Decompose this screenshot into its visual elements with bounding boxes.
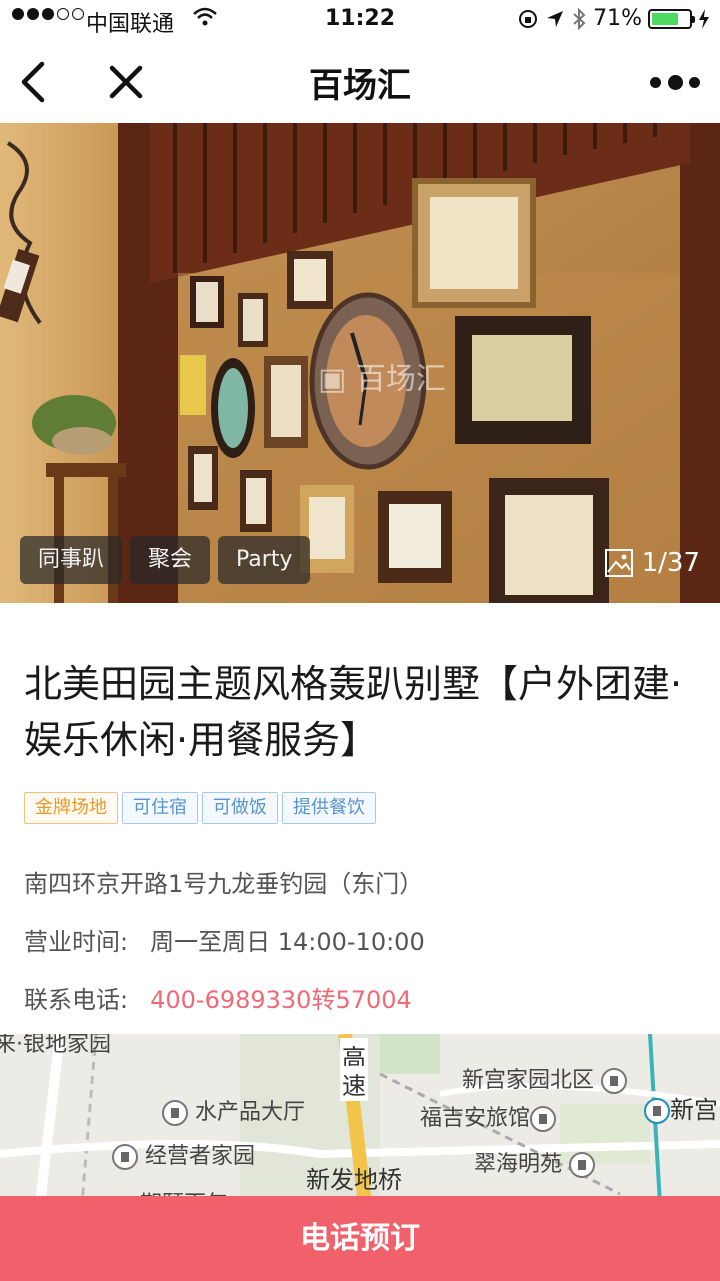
back-chevron-icon[interactable]: [18, 60, 58, 104]
feature-tag-gold: 金牌场地: [24, 792, 118, 824]
more-dots-icon[interactable]: [650, 68, 700, 96]
status-right: 71%: [517, 6, 710, 31]
rotation-lock-icon: [519, 9, 538, 28]
feature-tag: 提供餐饮: [282, 792, 376, 824]
battery-icon: [648, 8, 695, 29]
svg-text:▣ 百场汇: ▣ 百场汇: [318, 362, 446, 397]
poi-building-icon: [601, 1068, 628, 1094]
photo-tag[interactable]: Party: [218, 536, 311, 584]
location-arrow-icon: [547, 10, 564, 27]
charging-icon: [699, 8, 709, 29]
nav-bar: 百场汇: [0, 40, 720, 123]
venue-title: 北美田园主题风格轰趴别墅【户外团建·娱乐休闲·用餐服务】: [24, 662, 683, 762]
feature-tag: 可做饭: [202, 792, 278, 824]
contact-phone: 联系电话: 400-6989330转57004: [24, 980, 412, 1015]
photo-illustration: ▣ 百场汇: [0, 123, 720, 603]
shopping-bag-icon: [162, 1100, 188, 1126]
photo-tag[interactable]: 同事趴: [20, 536, 123, 584]
poi-building-icon: [569, 1152, 596, 1178]
map-label: 来·银地家园: [0, 1034, 111, 1057]
hotel-icon: [530, 1106, 557, 1132]
phone-number-link[interactable]: 400-6989330转57004: [150, 980, 412, 1015]
subway-icon: [644, 1098, 670, 1124]
call-to-book-button[interactable]: 电话预订: [0, 1196, 720, 1281]
map-label: 福吉安旅馆: [420, 1100, 557, 1132]
photo-counter-text: 1/37: [641, 548, 700, 578]
venue-photo[interactable]: ▣ 百场汇 同事趴 聚会 Party 1/37: [0, 123, 720, 603]
map-label: 翠海明苑: [474, 1146, 596, 1178]
map-label: 新宫家园北区: [462, 1062, 628, 1094]
map-label: 水产品大厅: [162, 1094, 305, 1126]
map-label: 速: [340, 1066, 368, 1101]
venue-address[interactable]: 南四环京开路1号九龙垂钓园（东门）: [24, 864, 423, 899]
hours-value: 周一至周日 14:00-10:00: [150, 928, 425, 956]
poi-building-icon: [112, 1144, 138, 1170]
map-label: 经营者家园: [112, 1138, 255, 1170]
photo-counter: 1/37: [604, 548, 700, 578]
map-label: 新发地桥: [306, 1166, 402, 1194]
map-label: 新宫: [644, 1090, 718, 1125]
photo-tag[interactable]: 聚会: [130, 536, 211, 584]
image-gallery-icon: [604, 549, 633, 577]
bluetooth-icon: [573, 7, 586, 30]
hours-label: 营业时间:: [24, 928, 129, 956]
location-map[interactable]: 来·银地家园 高 速 新宫家园北区 新宫 水产品大厅 福吉安旅馆 经营者家园 新…: [0, 1034, 720, 1204]
feature-tag: 可住宿: [122, 792, 198, 824]
business-hours: 营业时间: 周一至周日 14:00-10:00: [24, 922, 425, 957]
status-bar: 中国联通 11:22 71%: [0, 0, 720, 40]
feature-tags: 金牌场地 可住宿 可做饭 提供餐饮: [24, 792, 376, 824]
phone-label: 联系电话:: [24, 986, 129, 1014]
photo-tags: 同事趴 聚会 Party: [20, 536, 311, 584]
battery-percent: 71%: [593, 6, 642, 31]
close-x-icon[interactable]: [104, 60, 148, 104]
